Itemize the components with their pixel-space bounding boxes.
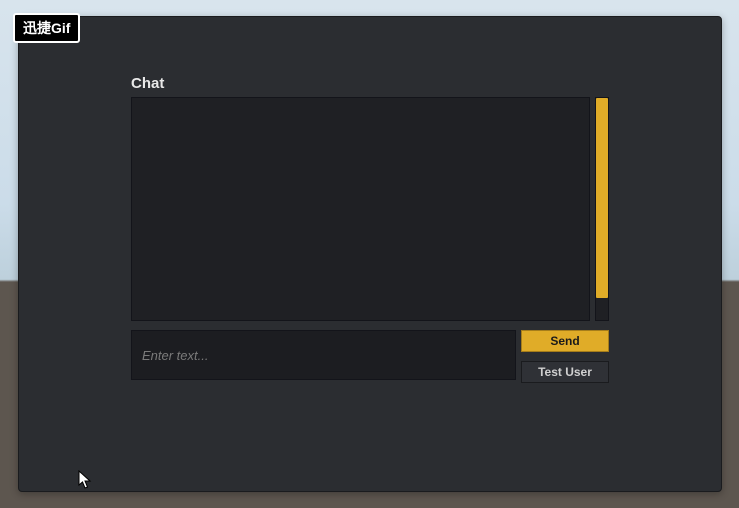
chat-input[interactable] xyxy=(131,330,516,380)
watermark-label: 迅捷Gif xyxy=(23,20,70,36)
chat-log-area xyxy=(131,97,590,321)
chat-scrollbar-track[interactable] xyxy=(595,97,609,321)
chat-title: Chat xyxy=(131,75,164,92)
send-button[interactable]: Send xyxy=(521,330,609,352)
chat-panel: 迅捷Gif Chat Send Test User xyxy=(18,16,722,492)
watermark-badge: 迅捷Gif xyxy=(13,13,80,43)
test-user-button[interactable]: Test User xyxy=(521,361,609,383)
chat-scrollbar-thumb[interactable] xyxy=(596,98,608,298)
